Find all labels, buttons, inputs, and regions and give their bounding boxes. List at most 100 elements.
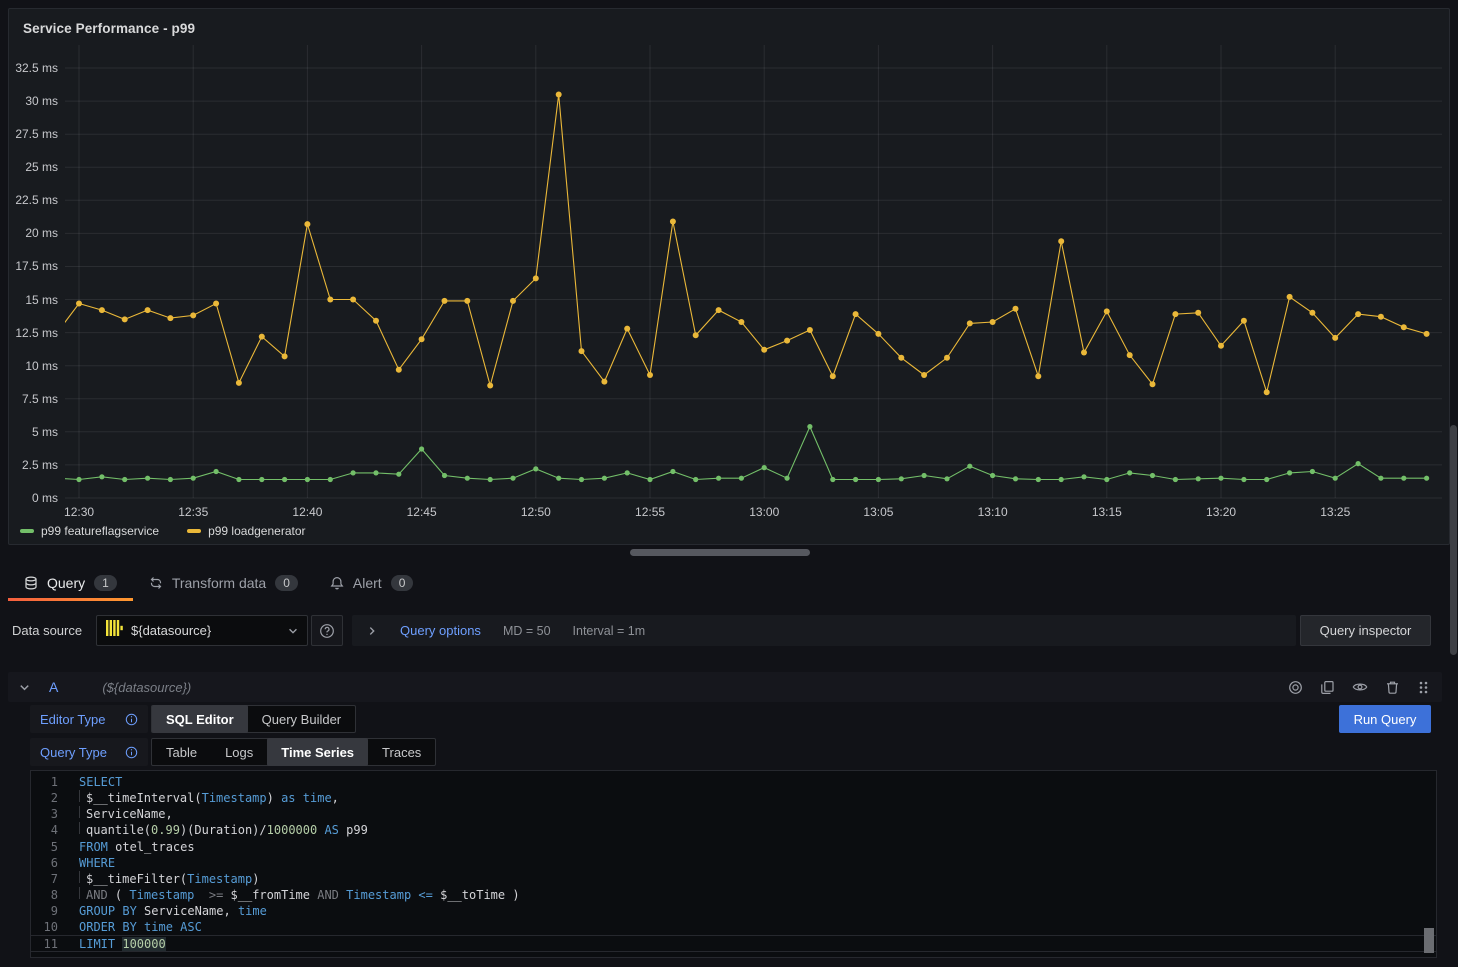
data-source-label: Data source bbox=[12, 614, 82, 646]
tab-label: Query bbox=[47, 575, 85, 591]
editor-type-option-sql-editor[interactable]: SQL Editor bbox=[152, 705, 248, 733]
editor-type-group: SQL EditorQuery Builder bbox=[151, 705, 356, 733]
sql-line-10[interactable]: 10ORDER BY time ASC bbox=[31, 919, 1436, 935]
query-datasource-hint: (${datasource}) bbox=[102, 680, 191, 695]
line-number: 8 bbox=[31, 887, 58, 903]
panel-title[interactable]: Service Performance - p99 bbox=[23, 21, 195, 36]
y-tick-label: 30 ms bbox=[0, 94, 58, 108]
y-tick-label: 17.5 ms bbox=[0, 259, 58, 273]
y-tick-label: 10 ms bbox=[0, 359, 58, 373]
copy-icon[interactable] bbox=[1318, 678, 1337, 697]
tab-query[interactable]: Query 1 bbox=[8, 565, 133, 601]
line-number: 6 bbox=[31, 855, 58, 871]
sql-line-11[interactable]: 11LIMIT 100000 bbox=[31, 935, 1436, 951]
sql-line-content: LIMIT 100000 bbox=[58, 936, 166, 950]
tab-label: Transform data bbox=[172, 575, 266, 591]
query-type-option-traces[interactable]: Traces bbox=[368, 738, 435, 766]
tab-count-badge: 1 bbox=[94, 575, 117, 591]
y-tick-label: 32.5 ms bbox=[0, 61, 58, 75]
sql-line-2[interactable]: 2$__timeInterval(Timestamp) as time, bbox=[31, 790, 1436, 806]
query-type-option-table[interactable]: Table bbox=[152, 738, 211, 766]
x-tick-label: 13:10 bbox=[961, 505, 1025, 519]
data-source-picker[interactable]: ${datasource} bbox=[96, 615, 308, 646]
transform-icon bbox=[149, 576, 163, 590]
eye-icon[interactable] bbox=[1350, 677, 1370, 697]
sql-code-editor[interactable]: 1SELECT2$__timeInterval(Timestamp) as ti… bbox=[30, 770, 1437, 958]
y-tick-label: 25 ms bbox=[0, 160, 58, 174]
y-tick-label: 27.5 ms bbox=[0, 127, 58, 141]
query-inspector-button[interactable]: Query inspector bbox=[1300, 615, 1431, 646]
max-data-points-stat: MD = 50 bbox=[503, 624, 551, 638]
tab-label: Alert bbox=[353, 575, 382, 591]
sql-line-8[interactable]: 8AND ( Timestamp >= $__fromTime AND Time… bbox=[31, 887, 1436, 903]
query-options-toggle[interactable]: Query options bbox=[400, 623, 481, 638]
timeseries-chart[interactable] bbox=[65, 44, 1443, 500]
sql-line-6[interactable]: 6WHERE bbox=[31, 855, 1436, 871]
chevron-right-icon[interactable] bbox=[366, 625, 378, 637]
sql-line-content: ORDER BY time ASC bbox=[58, 919, 202, 935]
sql-line-3[interactable]: 3ServiceName, bbox=[31, 806, 1436, 822]
info-circle-icon[interactable] bbox=[125, 713, 138, 726]
query-ref-id[interactable]: A bbox=[49, 679, 58, 695]
sql-line-4[interactable]: 4quantile(0.99)(Duration)/1000000 AS p99 bbox=[31, 822, 1436, 838]
line-number: 11 bbox=[31, 936, 58, 950]
drag-handle-icon[interactable] bbox=[1415, 678, 1432, 697]
x-tick-label: 13:20 bbox=[1189, 505, 1253, 519]
x-tick-label: 12:55 bbox=[618, 505, 682, 519]
chevron-down-icon[interactable] bbox=[18, 681, 31, 694]
sql-line-content: SELECT bbox=[58, 774, 122, 790]
data-source-value: ${datasource} bbox=[131, 623, 279, 638]
editor-tabbar: Query 1 Transform data0Alert0 bbox=[8, 565, 429, 601]
sql-line-content: GROUP BY ServiceName, time bbox=[58, 903, 267, 919]
y-tick-label: 22.5 ms bbox=[0, 193, 58, 207]
tab-transform-data[interactable]: Transform data0 bbox=[133, 565, 314, 601]
line-number: 3 bbox=[31, 806, 58, 822]
query-options-strip: Query options MD = 50 Interval = 1m bbox=[352, 615, 1296, 646]
editor-scrollbar-thumb[interactable] bbox=[1424, 928, 1434, 953]
sql-line-content: WHERE bbox=[58, 855, 115, 871]
sql-line-content: AND ( Timestamp >= $__fromTime AND Times… bbox=[58, 887, 520, 903]
chart-legend: p99 featureflagservice p99 loadgenerator bbox=[20, 524, 306, 538]
chevron-down-icon bbox=[287, 625, 299, 637]
interval-stat: Interval = 1m bbox=[573, 624, 646, 638]
x-tick-label: 12:45 bbox=[390, 505, 454, 519]
trash-icon[interactable] bbox=[1383, 678, 1402, 697]
bell-icon bbox=[330, 576, 344, 590]
line-number: 2 bbox=[31, 790, 58, 806]
record-icon[interactable] bbox=[1286, 678, 1305, 697]
y-tick-label: 7.5 ms bbox=[0, 392, 58, 406]
sql-line-7[interactable]: 7$__timeFilter(Timestamp) bbox=[31, 871, 1436, 887]
sql-line-content: $__timeFilter(Timestamp) bbox=[58, 871, 259, 887]
sql-line-1[interactable]: 1SELECT bbox=[31, 774, 1436, 790]
query-row-actions bbox=[1286, 677, 1432, 697]
x-tick-label: 12:30 bbox=[47, 505, 111, 519]
tab-alert[interactable]: Alert0 bbox=[314, 565, 429, 601]
datasource-help-button[interactable] bbox=[311, 615, 343, 646]
grafana-panel-edit-page: Service Performance - p99 0 ms2.5 ms5 ms… bbox=[0, 0, 1458, 967]
query-row-header[interactable]: A (${datasource}) bbox=[8, 672, 1442, 702]
legend-item[interactable]: p99 loadgenerator bbox=[187, 524, 305, 538]
vertical-scrollbar-thumb[interactable] bbox=[1450, 425, 1457, 655]
line-number: 9 bbox=[31, 903, 58, 919]
clickhouse-logo-icon bbox=[105, 619, 123, 642]
sql-line-9[interactable]: 9GROUP BY ServiceName, time bbox=[31, 903, 1436, 919]
run-query-button[interactable]: Run Query bbox=[1339, 705, 1431, 733]
sql-line-content: quantile(0.99)(Duration)/1000000 AS p99 bbox=[58, 822, 368, 838]
database-icon bbox=[24, 576, 38, 590]
line-number: 1 bbox=[31, 774, 58, 790]
series-p99-featureflagservice bbox=[65, 424, 1429, 482]
editor-type-field: Editor Type bbox=[30, 705, 148, 733]
line-number: 7 bbox=[31, 871, 58, 887]
y-tick-label: 12.5 ms bbox=[0, 326, 58, 340]
sql-line-5[interactable]: 5FROM otel_traces bbox=[31, 839, 1436, 855]
query-type-option-time-series[interactable]: Time Series bbox=[267, 738, 368, 766]
legend-item[interactable]: p99 featureflagservice bbox=[20, 524, 159, 538]
line-number: 5 bbox=[31, 839, 58, 855]
query-type-option-logs[interactable]: Logs bbox=[211, 738, 267, 766]
x-tick-label: 12:35 bbox=[161, 505, 225, 519]
horizontal-scrollbar-thumb[interactable] bbox=[630, 549, 810, 556]
editor-type-option-query-builder[interactable]: Query Builder bbox=[248, 705, 355, 733]
query-type-field: Query Type bbox=[30, 738, 148, 766]
y-tick-label: 0 ms bbox=[0, 491, 58, 505]
info-circle-icon[interactable] bbox=[125, 746, 138, 759]
